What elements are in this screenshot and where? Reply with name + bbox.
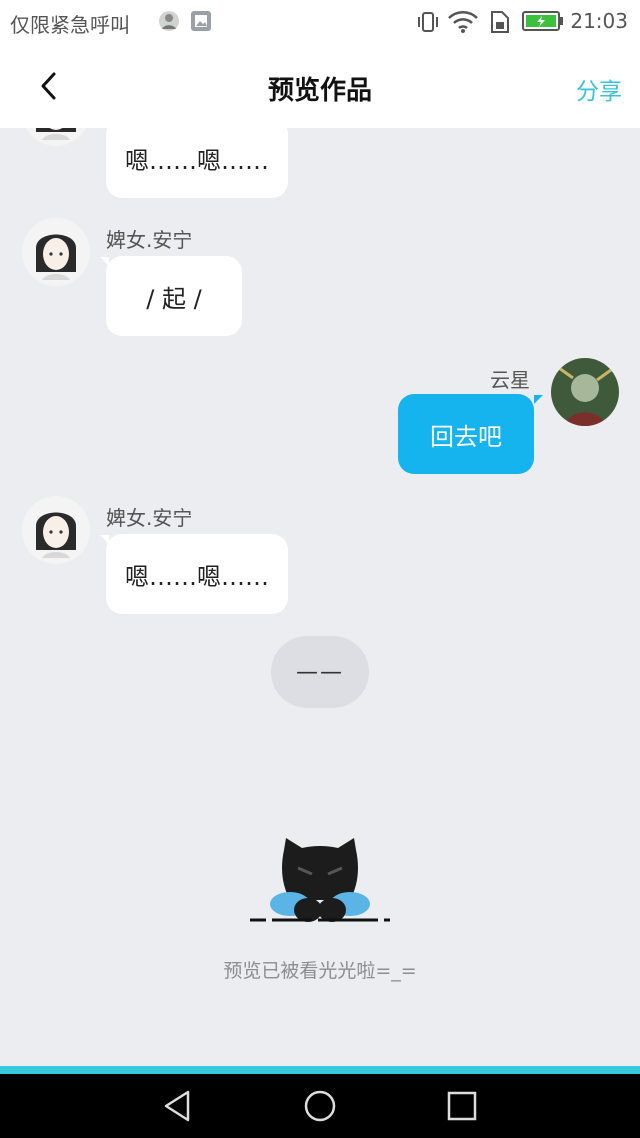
home-circle-icon[interactable] xyxy=(302,1088,338,1124)
app-header: 预览作品 分享 xyxy=(0,44,640,128)
wifi-icon xyxy=(448,11,478,33)
message-bubble-self[interactable]: 回去吧 xyxy=(398,394,534,474)
sim-icon xyxy=(491,11,509,33)
sender-name: 婢女.安宁 xyxy=(106,228,193,252)
chat-preview[interactable]: 嗯……嗯…… 婢女.安宁 / 起 / 云星 回去吧 婢女.安宁 嗯……嗯…… —… xyxy=(0,128,640,1066)
recents-square-icon[interactable] xyxy=(444,1088,480,1124)
page-title: 预览作品 xyxy=(267,76,372,106)
peeking-cat-icon xyxy=(250,838,390,922)
sender-name: 婢女.安宁 xyxy=(106,506,193,530)
avatar-maid xyxy=(22,128,90,146)
avatar-maid xyxy=(22,218,90,286)
message-bubble[interactable]: 嗯……嗯…… xyxy=(106,534,288,614)
avatar-self xyxy=(551,358,619,426)
status-bar: 仅限紧急呼叫 21:03 xyxy=(0,0,640,44)
accent-line xyxy=(0,1066,640,1074)
battery-charging-icon xyxy=(522,11,563,31)
user-thumbnail-icon xyxy=(159,11,179,31)
image-icon xyxy=(191,11,211,31)
vibrate-icon xyxy=(418,12,438,32)
system-nav-bar xyxy=(0,1074,640,1138)
share-button[interactable]: 分享 xyxy=(576,72,622,106)
end-caption: 预览已被看光光啦=_= xyxy=(223,960,417,982)
sender-name: 云星 xyxy=(490,368,530,392)
carrier-status-text: 仅限紧急呼叫 xyxy=(10,13,130,37)
avatar-maid xyxy=(22,496,90,564)
narration-pill: —— xyxy=(271,636,369,708)
bubble-tail xyxy=(534,395,543,404)
clock: 21:03 xyxy=(570,9,628,33)
message-bubble[interactable]: / 起 / xyxy=(106,256,242,336)
back-triangle-icon[interactable] xyxy=(160,1088,196,1124)
message-bubble[interactable]: 嗯……嗯…… xyxy=(106,128,288,198)
